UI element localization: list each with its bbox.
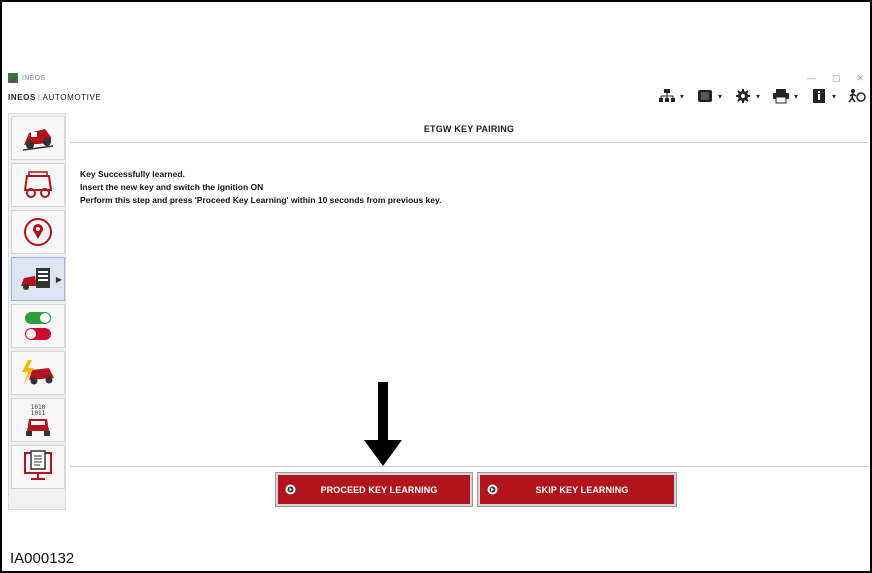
chevron-down-icon: ▾: [793, 91, 798, 101]
sidebar-item-diagnostics[interactable]: [11, 163, 65, 207]
panel-footer-divider: [70, 466, 868, 467]
sidebar-item-binary[interactable]: 1010 1011: [11, 398, 65, 442]
chevron-right-icon: ▶: [55, 274, 62, 284]
sidebar-item-electrical[interactable]: [11, 351, 65, 395]
status-message: Key Successfully learned.: [80, 169, 185, 179]
document-monitor-icon: [24, 450, 52, 480]
settings-gear-icon: [735, 89, 750, 103]
vci-menu[interactable]: ▾: [696, 88, 722, 104]
sidebar-item-offroad[interactable]: [11, 116, 65, 160]
key-pairing-panel: ETGW KEY PAIRING Key Successfully learne…: [70, 116, 868, 512]
maximize-button[interactable]: ▢: [832, 70, 841, 86]
vehicle-electrical-icon: [22, 360, 54, 385]
map-location-icon: [24, 218, 52, 246]
window-title: INEOS: [22, 74, 46, 82]
vci-device-icon: [697, 90, 712, 102]
chevron-down-icon: ▾: [831, 91, 836, 101]
brand-logo: INEOS | AUTOMOTIVE: [8, 92, 102, 102]
network-menu[interactable]: ▾: [658, 88, 684, 104]
print-menu[interactable]: ▾: [772, 88, 798, 104]
figure-id-caption: IA000132: [10, 550, 75, 567]
proceed-button-label: PROCEED KEY LEARNING: [320, 484, 438, 495]
info-book-icon: [812, 89, 825, 103]
settings-menu[interactable]: ▾: [734, 88, 760, 104]
chevron-down-icon: ▾: [679, 91, 684, 101]
skip-key-learning-button[interactable]: SKIP KEY LEARNING: [477, 472, 677, 507]
sidebar-item-checklist[interactable]: ▶: [11, 257, 65, 301]
brand-bar: INEOS | AUTOMOTIVE ▾ ▾ ▾ ▾ ▾: [4, 86, 868, 108]
minimize-button[interactable]: —: [807, 70, 816, 86]
vehicle-diagnostics-icon: [23, 171, 53, 198]
sidebar-item-location[interactable]: [11, 210, 65, 254]
toggle-switches-icon: [25, 312, 51, 340]
printer-icon: [772, 89, 789, 104]
instruction-messages: Key Successfully learned. Insert the new…: [80, 168, 441, 207]
app-logo-icon: [8, 73, 18, 83]
svg-text:1011: 1011: [31, 410, 46, 417]
vehicle-offroad-icon: [22, 129, 54, 151]
proceed-key-learning-button[interactable]: PROCEED KEY LEARNING: [275, 472, 473, 507]
skip-button-label: SKIP KEY LEARNING: [535, 484, 629, 495]
sidebar: ▶ 1010 1011: [8, 113, 66, 510]
panel-title: ETGW KEY PAIRING: [423, 124, 515, 134]
vehicle-binary-icon: 1010 1011: [26, 404, 50, 436]
vehicle-checklist-icon: [21, 268, 50, 290]
sidebar-item-documents[interactable]: [11, 445, 65, 489]
sidebar-item-toggles[interactable]: [11, 304, 65, 348]
window-titlebar: INEOS — ▢ ✕: [4, 70, 868, 86]
down-arrow-icon: [364, 382, 402, 466]
chevron-down-icon: ▾: [755, 91, 760, 101]
panel-header: ETGW KEY PAIRING: [70, 116, 868, 143]
instruction-line: Perform this step and press 'Proceed Key…: [80, 195, 442, 205]
exit-menu[interactable]: [848, 88, 866, 104]
proceed-circle-icon: [285, 484, 296, 495]
exit-run-icon: [848, 89, 866, 103]
skip-circle-icon: [487, 484, 498, 495]
info-menu[interactable]: ▾: [810, 88, 836, 104]
toolbar: ▾ ▾ ▾ ▾ ▾: [658, 88, 866, 104]
chevron-down-icon: ▾: [717, 91, 722, 101]
network-icon: [658, 89, 675, 102]
instruction-line: Insert the new key and switch the igniti…: [80, 182, 264, 192]
close-button[interactable]: ✕: [856, 70, 864, 86]
window-controls: — ▢ ✕: [807, 70, 864, 86]
